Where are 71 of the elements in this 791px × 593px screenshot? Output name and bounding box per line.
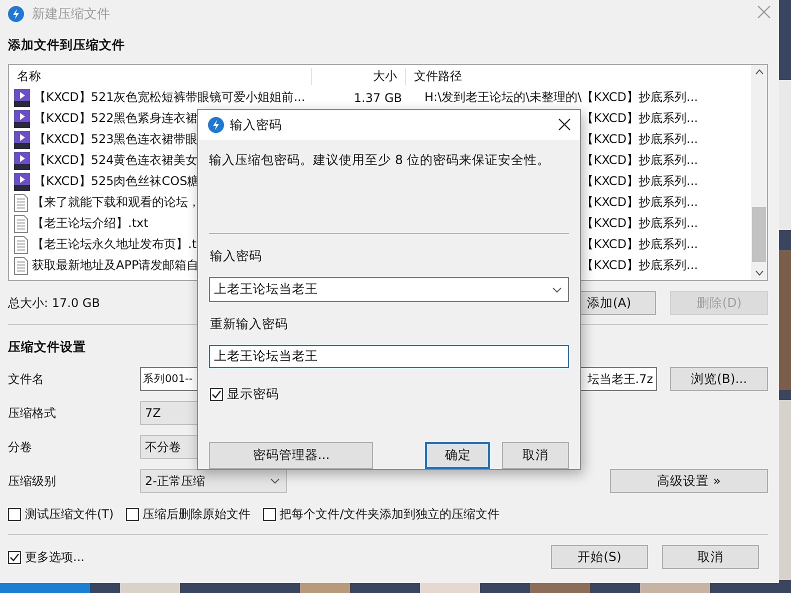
browse-button[interactable]: 浏览(B)...: [670, 367, 768, 391]
file-name: 【老王论坛介绍】.txt: [32, 215, 148, 232]
column-header[interactable]: 大小: [311, 68, 406, 84]
file-name: 【KXCD】522黑色紧身连衣裙: [34, 110, 198, 127]
dialog-title: 输入密码: [230, 116, 282, 134]
confirm-password-field[interactable]: 上老王论坛当老王: [209, 345, 569, 368]
dialog-message: 输入压缩包密码。建议使用至少 8 位的密码来保证安全性。: [209, 152, 551, 169]
video-file-icon: [14, 110, 30, 128]
checkbox[interactable]: [210, 388, 223, 401]
section-heading: 压缩文件设置: [8, 339, 86, 356]
caret-icon: [552, 286, 562, 292]
total-size: 总大小: 17.0 GB: [8, 294, 101, 312]
advanced-button[interactable]: 高级设置 »: [610, 469, 768, 493]
file-path: 【KXCD】抄底系列...: [582, 237, 698, 251]
file-size: 1.37 GB: [354, 90, 402, 104]
column-header[interactable]: 名称: [9, 68, 311, 84]
file-name: 获取最新地址及APP请发邮箱自: [32, 257, 199, 274]
field-label: 压缩格式: [8, 404, 57, 422]
text-file-icon: [14, 214, 28, 232]
app-icon: [208, 117, 224, 133]
file-path: 【KXCD】抄底系列...: [582, 153, 698, 167]
video-file-icon: [14, 88, 30, 106]
file-path: 【KXCD】抄底系列...: [582, 216, 698, 230]
footer-button[interactable]: 取消: [662, 545, 759, 569]
file-path: 【KXCD】抄底系列...: [582, 174, 698, 188]
dialog-button[interactable]: 确定: [425, 442, 490, 469]
app-icon: [8, 6, 24, 22]
video-file-icon: [14, 130, 30, 148]
checkbox-label[interactable]: 更多选项...: [25, 548, 84, 566]
text-file-icon: [14, 236, 28, 254]
password-combo[interactable]: 上老王论坛当老王: [209, 277, 569, 302]
close-icon[interactable]: [558, 118, 571, 131]
field-label: 输入密码: [210, 248, 263, 265]
dialog-button[interactable]: 密码管理器...: [209, 442, 374, 469]
checkbox[interactable]: [8, 508, 21, 521]
checkbox-label[interactable]: 测试压缩文件(T): [25, 506, 114, 523]
file-name: 【KXCD】521灰色宽松短裤带眼镜可爱小姐姐前...: [34, 89, 306, 106]
checkbox[interactable]: [126, 508, 139, 521]
scrollbar-thumb[interactable]: [752, 207, 766, 262]
footer-button[interactable]: 开始(S): [551, 545, 648, 569]
checkbox-label[interactable]: 显示密码: [227, 386, 279, 403]
section-heading: 添加文件到压缩文件: [8, 37, 125, 54]
text-file-icon: [14, 194, 28, 212]
file-path: H:\发到老王论坛的\未整理的\【KXCD】抄底系列...: [424, 90, 698, 104]
scroll-up-icon[interactable]: [754, 69, 764, 75]
video-file-icon: [14, 152, 30, 170]
checkbox[interactable]: [8, 550, 21, 564]
scroll-down-icon[interactable]: [754, 270, 764, 276]
file-path: 【KXCD】抄底系列...: [582, 195, 698, 209]
checkbox-label[interactable]: 把每个文件/文件夹添加到独立的压缩文件: [280, 506, 500, 523]
column-header[interactable]: 文件路径: [406, 68, 698, 84]
caret-icon: [270, 478, 280, 484]
field-label: 重新输入密码: [210, 316, 289, 333]
checkbox-label[interactable]: 压缩后删除原始文件: [142, 506, 251, 523]
file-name: 【KXCD】523黑色连衣裙带眼: [34, 131, 198, 148]
video-file-icon: [14, 172, 30, 190]
dialog-button[interactable]: 取消: [502, 442, 569, 469]
window-title: 新建压缩文件: [32, 6, 110, 23]
file-name: 【老王论坛永久地址发布页】.t: [32, 236, 197, 253]
checkbox[interactable]: [262, 508, 276, 521]
field-label: 分卷: [8, 438, 33, 456]
file-path: 【KXCD】抄底系列...: [582, 111, 698, 125]
level-dropdown[interactable]: 2-正常压缩: [140, 469, 287, 493]
file-name: 【KXCD】524黄色连衣裙美女: [34, 152, 198, 169]
field-label: 文件名: [8, 370, 45, 388]
scrollbar[interactable]: [751, 65, 767, 280]
file-path: 【KXCD】抄底系列...: [582, 258, 698, 272]
field-label: 压缩级别: [8, 472, 57, 490]
file-name: 【来了就能下载和观看的论坛，: [32, 194, 200, 211]
file-path: 【KXCD】抄底系列...: [582, 132, 698, 146]
text-file-icon: [14, 256, 28, 274]
